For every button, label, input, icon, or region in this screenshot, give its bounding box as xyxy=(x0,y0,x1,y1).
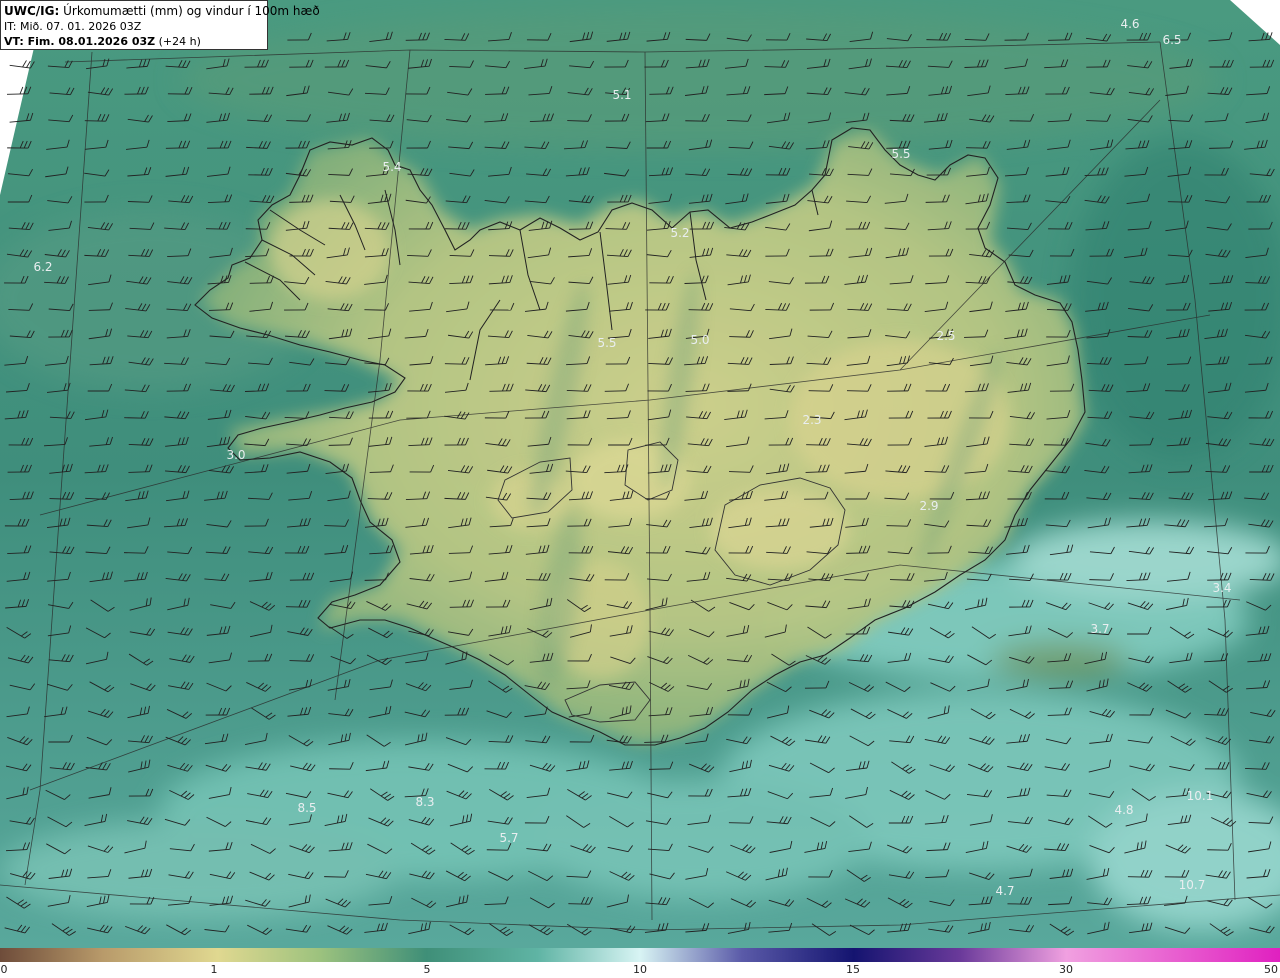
initial-time: IT: Mið. 07. 01. 2026 03Z xyxy=(4,20,142,33)
colorbar-tick: 15 xyxy=(846,963,860,976)
precip-value-label: 3.4 xyxy=(1212,581,1231,595)
product-code: UWC/IG: xyxy=(4,4,60,18)
precip-value-label: 10.1 xyxy=(1187,789,1214,803)
precip-value-label: 2.5 xyxy=(936,329,955,343)
valid-time: VT: Fim. 08.01.2026 03Z (+24 h) xyxy=(4,34,264,49)
colorbar-tick: 10 xyxy=(633,963,647,976)
colorbar-tick: 0 xyxy=(0,963,8,976)
colorbar-tick: 30 xyxy=(1059,963,1073,976)
colorbar-tick: 50 xyxy=(1264,963,1278,976)
precip-value-label: 8.3 xyxy=(415,795,434,809)
valid-time-offset: (+24 h) xyxy=(158,35,201,48)
map-header: UWC/IG: Úrkomumætti (mm) og vindur í 100… xyxy=(0,0,320,50)
precip-value-label: 3.0 xyxy=(226,448,245,462)
precip-value-label: 4.7 xyxy=(995,884,1014,898)
precip-value-label: 2.3 xyxy=(802,413,821,427)
precip-value-label: 8.5 xyxy=(297,801,316,815)
colorbar-labels: 0 1 5 10 15 30 50 xyxy=(0,962,1280,978)
precip-value-label: 5.2 xyxy=(670,226,689,240)
precip-value-label: 3.7 xyxy=(1090,622,1109,636)
precip-value-label: 5.5 xyxy=(597,336,616,350)
product-title: UWC/IG: Úrkomumætti (mm) og vindur í 100… xyxy=(4,4,320,19)
product-description: Úrkomumætti (mm) og vindur í 100m hæð xyxy=(63,4,320,18)
precip-value-label: 5.4 xyxy=(382,160,401,174)
precipitation-map: 4.6 6.5 5.1 5.5 5.4 5.2 6.2 5.5 5.0 2.5 2.3 3.0 2.9 3… xyxy=(0,0,1280,948)
precip-value-label: 4.8 xyxy=(1114,803,1133,817)
precip-value-label: 5.1 xyxy=(612,88,631,102)
precip-value-label: 5.0 xyxy=(690,333,709,347)
precip-value-label: 6.5 xyxy=(1162,33,1181,47)
precip-value-label: 10.7 xyxy=(1179,878,1206,892)
precip-value-label: 6.2 xyxy=(33,260,52,274)
precip-value-label: 2.9 xyxy=(919,499,938,513)
precip-value-label: 4.6 xyxy=(1120,17,1139,31)
colorbar-tick: 1 xyxy=(210,963,218,976)
colorbar-tick: 5 xyxy=(423,963,431,976)
precip-value-label: 5.7 xyxy=(499,831,518,845)
valid-time-date: VT: Fim. 08.01.2026 03Z xyxy=(4,35,156,48)
precip-value-label: 5.5 xyxy=(891,147,910,161)
colorbar xyxy=(0,948,1280,962)
